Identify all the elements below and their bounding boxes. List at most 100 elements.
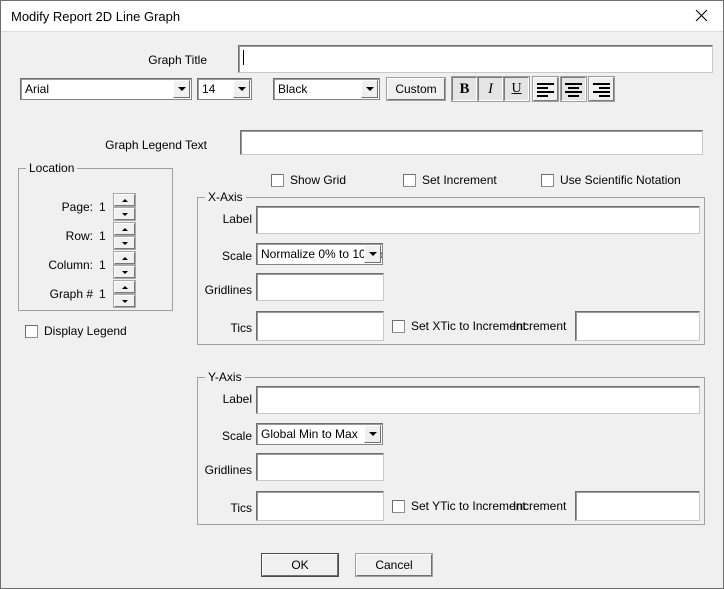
y-axis-increment-input[interactable]: [575, 491, 700, 521]
x-axis-label-label: Label: [222, 212, 252, 226]
y-axis-scale-value: Global Min to Max: [261, 427, 358, 441]
spinner-up-icon[interactable]: [114, 223, 135, 235]
location-spinner-graph-number[interactable]: [114, 281, 135, 307]
checkbox-box[interactable]: [541, 173, 554, 187]
location-group: Location Page: 1 Row: 1 Column: 1 Graph …: [18, 161, 173, 311]
set-increment-checkbox[interactable]: Set Increment: [403, 173, 497, 187]
y-axis-group: Y-Axis Label Scale Global Min to Max Gri…: [197, 370, 705, 525]
spinner-down-icon[interactable]: [114, 208, 135, 220]
align-center-button[interactable]: [561, 77, 586, 101]
font-color-select[interactable]: Black: [273, 78, 380, 100]
chevron-down-icon[interactable]: [364, 245, 381, 263]
custom-color-button[interactable]: Custom: [387, 78, 445, 100]
y-axis-label-label: Label: [222, 392, 252, 406]
checkbox-box[interactable]: [392, 319, 405, 333]
font-color-value: Black: [278, 82, 308, 96]
checkbox-box[interactable]: [25, 324, 38, 338]
x-axis-tics-label: Tics: [230, 321, 252, 335]
spinner-down-icon[interactable]: [114, 295, 135, 307]
x-axis-scale-select[interactable]: Normalize 0% to 100%: [256, 243, 383, 265]
y-axis-label-input[interactable]: [256, 386, 700, 414]
close-icon[interactable]: [679, 1, 723, 30]
location-label-page: Page:: [61, 200, 93, 214]
x-axis-increment-label: Increment: [513, 319, 567, 333]
checkbox-box[interactable]: [403, 173, 416, 187]
italic-label: I: [488, 80, 493, 97]
chevron-down-icon[interactable]: [233, 80, 250, 98]
bold-label: B: [459, 80, 470, 97]
x-axis-gridlines-label: Gridlines: [204, 283, 252, 297]
location-label-graph-number: Graph #: [49, 287, 93, 301]
align-left-icon: [537, 82, 554, 97]
location-value-graph-number: 1: [99, 287, 106, 301]
location-spinner-page[interactable]: [114, 194, 135, 220]
italic-button[interactable]: I: [478, 77, 503, 101]
x-axis-tics-input[interactable]: [256, 311, 384, 341]
ok-button[interactable]: OK: [262, 554, 338, 576]
location-value-row: 1: [99, 229, 106, 243]
show-grid-label: Show Grid: [290, 173, 347, 187]
cancel-button[interactable]: Cancel: [356, 554, 432, 576]
set-ytic-to-increment-checkbox[interactable]: Set YTic to Increment: [392, 499, 526, 513]
font-size-select[interactable]: 14: [197, 78, 252, 100]
set-xtic-to-increment-label: Set XTic to Increment: [411, 319, 526, 333]
use-scientific-notation-checkbox[interactable]: Use Scientific Notation: [541, 173, 681, 187]
y-axis-group-title: Y-Axis: [205, 370, 245, 384]
underline-button[interactable]: U: [504, 77, 529, 101]
location-group-title: Location: [26, 161, 78, 175]
set-xtic-to-increment-checkbox[interactable]: Set XTic to Increment: [392, 319, 526, 333]
spinner-up-icon[interactable]: [114, 252, 135, 264]
set-increment-label: Set Increment: [422, 173, 497, 187]
location-label-column: Column:: [48, 258, 93, 272]
use-scientific-notation-label: Use Scientific Notation: [560, 173, 681, 187]
spinner-up-icon[interactable]: [114, 194, 135, 206]
dialog-window: Modify Report 2D Line Graph Graph Title …: [0, 0, 724, 589]
align-left-button[interactable]: [533, 77, 558, 101]
title-bar: Modify Report 2D Line Graph: [1, 1, 723, 32]
graph-title-label: Graph Title: [148, 53, 207, 67]
checkbox-box[interactable]: [392, 499, 405, 513]
x-axis-group-title: X-Axis: [205, 190, 246, 204]
x-axis-label-input[interactable]: [256, 206, 700, 234]
text-caret: [243, 50, 244, 65]
location-value-column: 1: [99, 258, 106, 272]
underline-label: U: [511, 81, 522, 96]
chevron-down-icon[interactable]: [173, 80, 190, 98]
bold-button[interactable]: B: [452, 77, 477, 101]
y-axis-scale-label: Scale: [221, 429, 252, 443]
y-axis-tics-label: Tics: [230, 501, 252, 515]
display-legend-label: Display Legend: [44, 324, 127, 338]
spinner-down-icon[interactable]: [114, 266, 135, 278]
x-axis-increment-input[interactable]: [575, 311, 700, 341]
spinner-down-icon[interactable]: [114, 237, 135, 249]
y-axis-gridlines-label: Gridlines: [204, 463, 252, 477]
x-axis-gridlines-input[interactable]: [256, 273, 384, 301]
dialog-title: Modify Report 2D Line Graph: [11, 9, 181, 24]
set-ytic-to-increment-label: Set YTic to Increment: [411, 499, 526, 513]
align-right-icon: [593, 82, 610, 97]
graph-title-input[interactable]: [238, 45, 713, 73]
y-axis-tics-input[interactable]: [256, 491, 384, 521]
font-size-value: 14: [202, 82, 216, 96]
display-legend-checkbox[interactable]: Display Legend: [25, 324, 127, 338]
location-label-row: Row:: [65, 229, 93, 243]
location-spinner-row[interactable]: [114, 223, 135, 249]
font-family-select[interactable]: Arial: [20, 78, 192, 100]
align-right-button[interactable]: [589, 77, 614, 101]
font-family-value: Arial: [25, 82, 50, 96]
show-grid-checkbox[interactable]: Show Grid: [271, 173, 346, 187]
chevron-down-icon[interactable]: [361, 80, 378, 98]
spinner-up-icon[interactable]: [114, 281, 135, 293]
graph-legend-label: Graph Legend Text: [105, 138, 207, 152]
checkbox-box[interactable]: [271, 173, 284, 187]
chevron-down-icon[interactable]: [364, 425, 381, 443]
x-axis-group: X-Axis Label Scale Normalize 0% to 100% …: [197, 190, 705, 345]
y-axis-increment-label: Increment: [513, 499, 567, 513]
location-spinner-column[interactable]: [114, 252, 135, 278]
x-axis-scale-label: Scale: [221, 249, 252, 263]
y-axis-scale-select[interactable]: Global Min to Max: [256, 423, 383, 445]
align-center-icon: [565, 82, 582, 97]
location-value-page: 1: [99, 200, 106, 214]
graph-legend-input[interactable]: [240, 130, 703, 155]
y-axis-gridlines-input[interactable]: [256, 453, 384, 481]
